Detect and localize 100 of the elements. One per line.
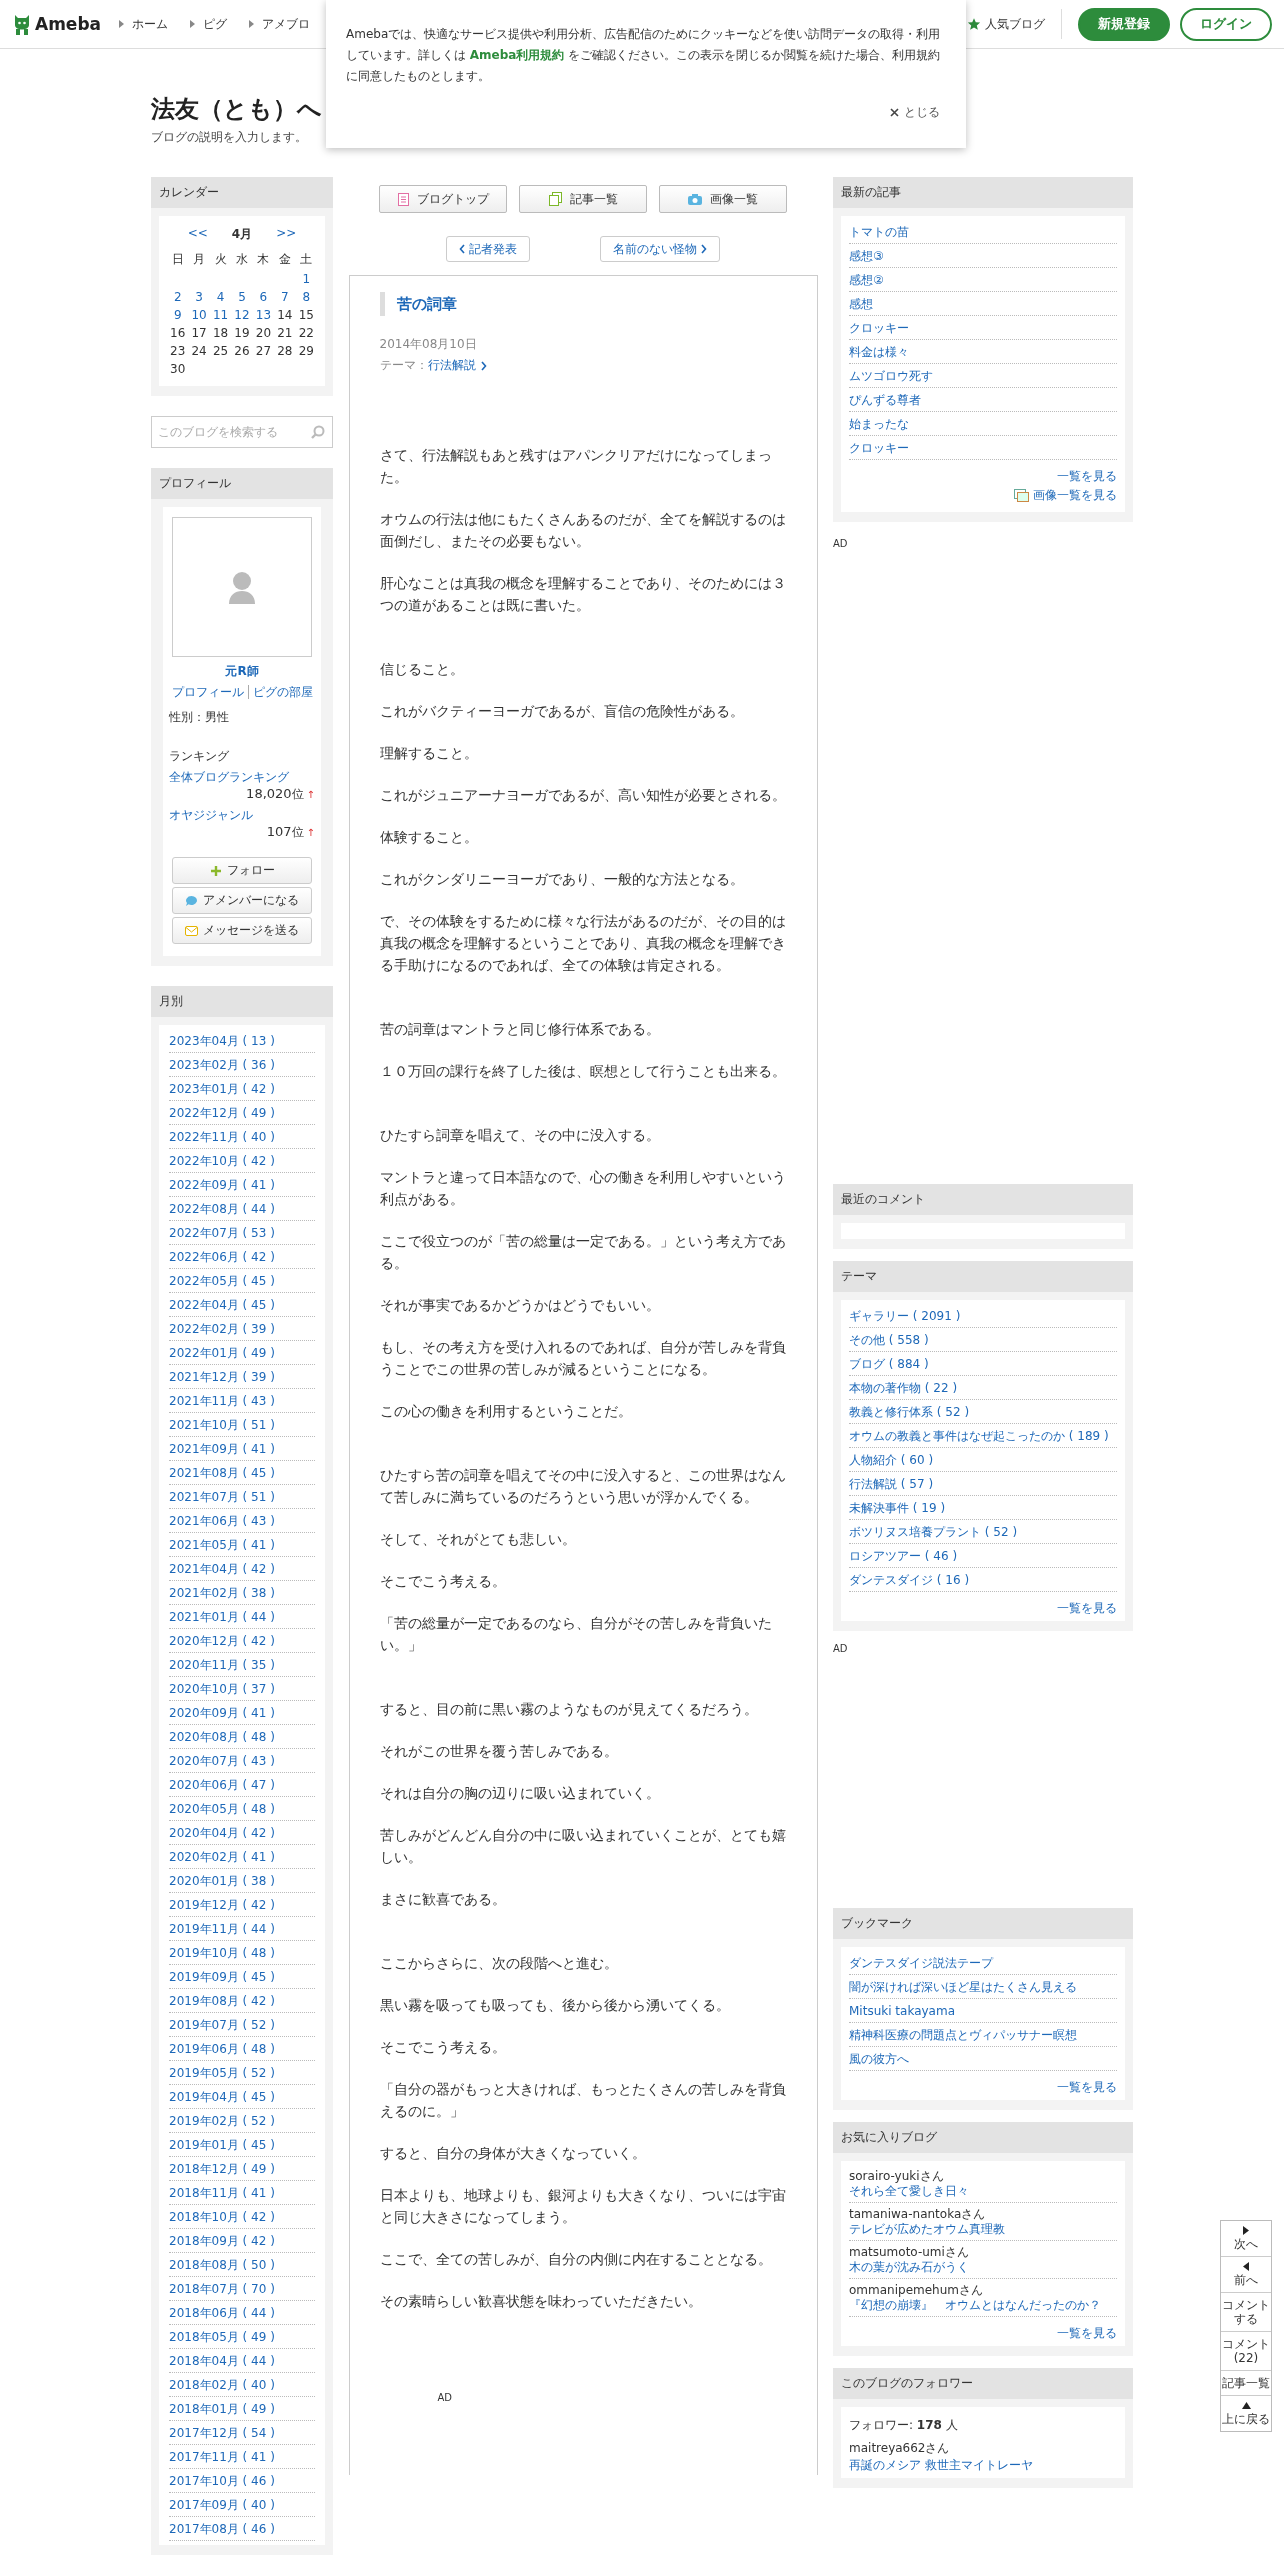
header-nav-link[interactable]: ピグ: [190, 15, 228, 33]
list-link[interactable]: クロッキー: [849, 441, 909, 455]
month-link[interactable]: 2021年05月 ( 41 ): [169, 1538, 275, 1552]
month-link[interactable]: 2017年12月 ( 54 ): [169, 2426, 275, 2440]
month-link[interactable]: 2019年05月 ( 52 ): [169, 2066, 275, 2080]
month-link[interactable]: 2018年09月 ( 42 ): [169, 2234, 275, 2248]
list-link[interactable]: ぴんずる尊者: [849, 393, 921, 407]
month-link[interactable]: 2019年02月 ( 52 ): [169, 2114, 275, 2128]
month-link[interactable]: 2020年02月 ( 41 ): [169, 1850, 275, 1864]
month-link[interactable]: 2020年12月 ( 42 ): [169, 1634, 275, 1648]
blog-title-link[interactable]: 木の葉が沈み石がうく: [849, 2260, 969, 2274]
month-link[interactable]: 2018年10月 ( 42 ): [169, 2210, 275, 2224]
list-link[interactable]: クロッキー: [849, 321, 909, 335]
ameba-logo[interactable]: Ameba: [12, 13, 102, 35]
month-link[interactable]: 2021年12月 ( 39 ): [169, 1370, 275, 1384]
month-link[interactable]: 2019年08月 ( 42 ): [169, 1994, 275, 2008]
search-field[interactable]: このブログを検索する: [151, 416, 333, 448]
list-link[interactable]: Mitsuki takayama: [849, 2004, 955, 2018]
next-entry-button[interactable]: 名前のない怪物: [600, 236, 720, 262]
see-all-link[interactable]: 一覧を見る: [849, 468, 1117, 485]
month-link[interactable]: 2018年12月 ( 49 ): [169, 2162, 275, 2176]
calendar-day-link[interactable]: 7: [274, 290, 296, 304]
list-link[interactable]: オウムの教義と事件はなぜ起こったのか ( 189 ): [849, 1429, 1109, 1443]
month-link[interactable]: 2019年09月 ( 45 ): [169, 1970, 275, 1984]
header-nav-link[interactable]: ホーム: [119, 15, 169, 33]
blog-title-link[interactable]: テレビが広めたオウム真理教: [849, 2222, 1005, 2236]
list-link[interactable]: ロシアツアー ( 46 ): [849, 1549, 958, 1563]
month-link[interactable]: 2021年10月 ( 51 ): [169, 1418, 275, 1432]
month-link[interactable]: 2021年09月 ( 41 ): [169, 1442, 275, 1456]
calendar-day-link[interactable]: 2: [167, 290, 189, 304]
blog-title[interactable]: 法友（とも）へ: [151, 93, 322, 125]
month-link[interactable]: 2018年08月 ( 50 ): [169, 2258, 275, 2272]
month-link[interactable]: 2023年04月 ( 13 ): [169, 1034, 275, 1048]
list-link[interactable]: 行法解説 ( 57 ): [849, 1477, 934, 1491]
list-link[interactable]: ダンテスダイジ説法テープ: [849, 1956, 993, 1970]
calendar-day-link[interactable]: 9: [167, 308, 189, 322]
month-link[interactable]: 2022年08月 ( 44 ): [169, 1202, 275, 1216]
month-link[interactable]: 2020年07月 ( 43 ): [169, 1754, 275, 1768]
blog-title-link[interactable]: 『幻想の崩壊』 オウムとはなんだったのか？: [849, 2298, 1101, 2312]
month-link[interactable]: 2017年11月 ( 41 ): [169, 2450, 275, 2464]
list-link[interactable]: トマトの苗: [849, 225, 909, 239]
month-link[interactable]: 2019年04月 ( 45 ): [169, 2090, 275, 2104]
see-all-link[interactable]: 一覧を見る: [849, 1600, 1117, 1617]
calendar-day-link[interactable]: 8: [295, 290, 317, 304]
month-link[interactable]: 2019年12月 ( 42 ): [169, 1898, 275, 1912]
popular-blog-link[interactable]: 人気ブログ: [967, 9, 1062, 39]
month-link[interactable]: 2020年04月 ( 42 ): [169, 1826, 275, 1840]
month-link[interactable]: 2017年10月 ( 46 ): [169, 2474, 275, 2488]
month-link[interactable]: 2020年11月 ( 35 ): [169, 1658, 275, 1672]
list-link[interactable]: 風の彼方へ: [849, 2052, 909, 2066]
month-link[interactable]: 2022年02月 ( 39 ): [169, 1322, 275, 1336]
month-link[interactable]: 2021年08月 ( 45 ): [169, 1466, 275, 1480]
month-link[interactable]: 2018年05月 ( 49 ): [169, 2330, 275, 2344]
blog-title-link[interactable]: それら全て愛しき日々: [849, 2184, 969, 2198]
month-link[interactable]: 2022年05月 ( 45 ): [169, 1274, 275, 1288]
calendar-day-link[interactable]: 13: [252, 308, 275, 322]
calendar-day-link[interactable]: 3: [188, 290, 210, 304]
theme-link[interactable]: 行法解説: [427, 357, 476, 374]
month-link[interactable]: 2019年10月 ( 48 ): [169, 1946, 275, 1960]
month-link[interactable]: 2022年07月 ( 53 ): [169, 1226, 275, 1240]
message-button[interactable]: メッセージを送る: [172, 917, 312, 944]
calendar-day-link[interactable]: 11: [209, 308, 232, 322]
list-link[interactable]: 感想②: [849, 273, 884, 287]
profile-link[interactable]: ピグの部屋: [247, 685, 313, 699]
calendar-day-link[interactable]: 4: [209, 290, 232, 304]
previous-entry-button[interactable]: 記者発表: [446, 236, 530, 262]
amember-button[interactable]: アメンバーになる: [172, 887, 312, 914]
month-link[interactable]: 2019年06月 ( 48 ): [169, 2042, 275, 2056]
follow-button[interactable]: フォロー: [172, 857, 312, 884]
list-link[interactable]: その他 ( 558 ): [849, 1333, 929, 1347]
month-link[interactable]: 2019年01月 ( 45 ): [169, 2138, 275, 2152]
month-link[interactable]: 2020年05月 ( 48 ): [169, 1802, 275, 1816]
list-link[interactable]: 感想③: [849, 249, 884, 263]
month-link[interactable]: 2021年06月 ( 43 ): [169, 1514, 275, 1528]
terms-link[interactable]: Ameba利用規約: [469, 48, 565, 62]
list-link[interactable]: 闇が深ければ深いほど星はたくさん見える: [849, 1980, 1077, 1994]
list-link[interactable]: 未解決事件 ( 19 ): [849, 1501, 946, 1515]
image-list-link[interactable]: 画像一覧を見る: [849, 487, 1117, 504]
calendar-day-link[interactable]: 1: [295, 272, 317, 286]
profile-name-link[interactable]: 元R師: [169, 663, 315, 680]
month-link[interactable]: 2018年06月 ( 44 ): [169, 2306, 275, 2320]
calendar-day-link[interactable]: 12: [231, 308, 253, 322]
list-link[interactable]: ギャラリー ( 2091 ): [849, 1309, 961, 1323]
ranking-link[interactable]: 全体ブログランキング: [169, 769, 315, 786]
login-button[interactable]: ログイン: [1180, 7, 1272, 41]
list-link[interactable]: ダンテスダイジ ( 16 ): [849, 1573, 970, 1587]
previous-month-link[interactable]: <<: [187, 226, 208, 243]
month-link[interactable]: 2023年01月 ( 42 ): [169, 1082, 275, 1096]
month-link[interactable]: 2021年07月 ( 51 ): [169, 1490, 275, 1504]
list-link[interactable]: ムツゴロウ死す: [849, 369, 933, 383]
month-link[interactable]: 2017年09月 ( 40 ): [169, 2498, 275, 2512]
month-link[interactable]: 2020年06月 ( 47 ): [169, 1778, 275, 1792]
month-link[interactable]: 2022年10月 ( 42 ): [169, 1154, 275, 1168]
month-link[interactable]: 2021年11月 ( 43 ): [169, 1394, 275, 1408]
ranking-link[interactable]: オヤジジャンル: [169, 807, 315, 824]
month-link[interactable]: 2018年04月 ( 44 ): [169, 2354, 275, 2368]
see-all-link[interactable]: 一覧を見る: [849, 2079, 1117, 2096]
month-link[interactable]: 2022年12月 ( 49 ): [169, 1106, 275, 1120]
month-link[interactable]: 2017年08月 ( 46 ): [169, 2522, 275, 2536]
month-link[interactable]: 2020年08月 ( 48 ): [169, 1730, 275, 1744]
